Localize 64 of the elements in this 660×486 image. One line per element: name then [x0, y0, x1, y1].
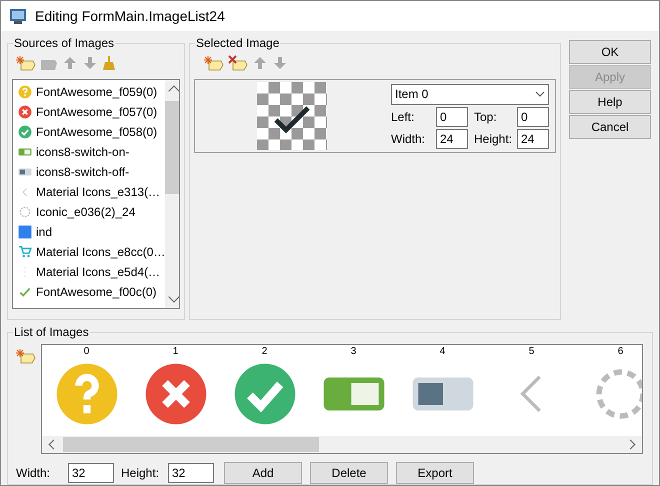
move-up-icon[interactable]: [62, 55, 78, 71]
source-item[interactable]: FontAwesome_f058(0): [18, 122, 166, 142]
action-button[interactable]: Add: [224, 462, 302, 484]
action-button[interactable]: Delete: [310, 462, 388, 484]
source-item[interactable]: FontAwesome_f059(0): [18, 82, 166, 102]
item-dropdown[interactable]: Item 0: [391, 84, 549, 104]
scrollbar-thumb[interactable]: [63, 437, 319, 452]
app-icon: [9, 7, 27, 25]
source-item[interactable]: FontAwesome_f00c(0): [18, 282, 166, 302]
window-title: Editing FormMain.ImageList24: [35, 6, 225, 26]
cart-icon: [18, 245, 32, 259]
height-field[interactable]: 24: [517, 128, 549, 148]
image-index: 6: [618, 346, 624, 358]
check-circle-icon: [18, 125, 32, 139]
top-field[interactable]: 0: [517, 106, 549, 126]
image-index: 4: [440, 346, 446, 358]
dialog-button[interactable]: Help: [569, 90, 651, 114]
source-item[interactable]: Material Icons_e8cc(0…: [18, 242, 166, 262]
check-icon: [18, 285, 32, 299]
action-button[interactable]: Export: [396, 462, 474, 484]
group-title: List of Images: [13, 325, 90, 339]
source-item[interactable]: FontAwesome_f057(0): [18, 102, 166, 122]
cross-icon: [18, 105, 32, 119]
width-field[interactable]: 32: [68, 463, 114, 483]
dialog-button[interactable]: Cancel: [569, 115, 651, 139]
source-item[interactable]: icons8-switch-off-: [18, 162, 166, 182]
source-item[interactable]: Material Icons_e313(…: [18, 182, 166, 202]
horizontal-scrollbar[interactable]: [42, 436, 642, 453]
broom-icon[interactable]: [102, 55, 116, 71]
image-index: 5: [528, 346, 534, 358]
field-label: Width:: [16, 465, 52, 482]
image-index: 1: [172, 346, 178, 358]
delete-image-icon[interactable]: [228, 55, 248, 71]
scrollbar-thumb[interactable]: [165, 101, 179, 194]
chevron-down-icon: [535, 91, 545, 97]
field-label: Height:: [473, 130, 514, 148]
group-title: Sources of Images: [13, 36, 116, 50]
source-item[interactable]: ind: [18, 222, 166, 242]
image-index: 3: [350, 346, 356, 358]
image-index: 2: [262, 346, 268, 358]
move-down-icon[interactable]: [272, 55, 288, 71]
field-label: Top:: [473, 108, 498, 126]
group-title: Selected Image: [195, 36, 280, 50]
field-label: Width:: [391, 130, 426, 148]
question-icon: [18, 85, 32, 99]
square-icon: [18, 225, 32, 239]
move-down-icon[interactable]: [82, 55, 98, 71]
source-item[interactable]: icons8-switch-on-: [18, 142, 166, 162]
new-image-icon[interactable]: [16, 348, 36, 364]
new-image-icon[interactable]: [204, 55, 224, 71]
width-field[interactable]: 24: [436, 128, 468, 148]
left-field[interactable]: 0: [436, 106, 468, 126]
chevron-left-icon: [22, 188, 28, 196]
refresh-icon: [18, 205, 32, 219]
field-label: Height:: [120, 465, 160, 482]
new-image-icon[interactable]: [16, 55, 36, 71]
source-item[interactable]: Iconic_e036(2)_24: [18, 202, 166, 222]
height-field[interactable]: 32: [168, 463, 214, 483]
dialog-button[interactable]: OK: [569, 40, 651, 64]
field-label: Left:: [391, 108, 416, 126]
move-up-icon[interactable]: [252, 55, 268, 71]
image-index: 0: [84, 346, 90, 358]
source-item[interactable]: Material Icons_e5d4(…: [18, 262, 166, 282]
vertical-scrollbar[interactable]: [165, 80, 179, 308]
